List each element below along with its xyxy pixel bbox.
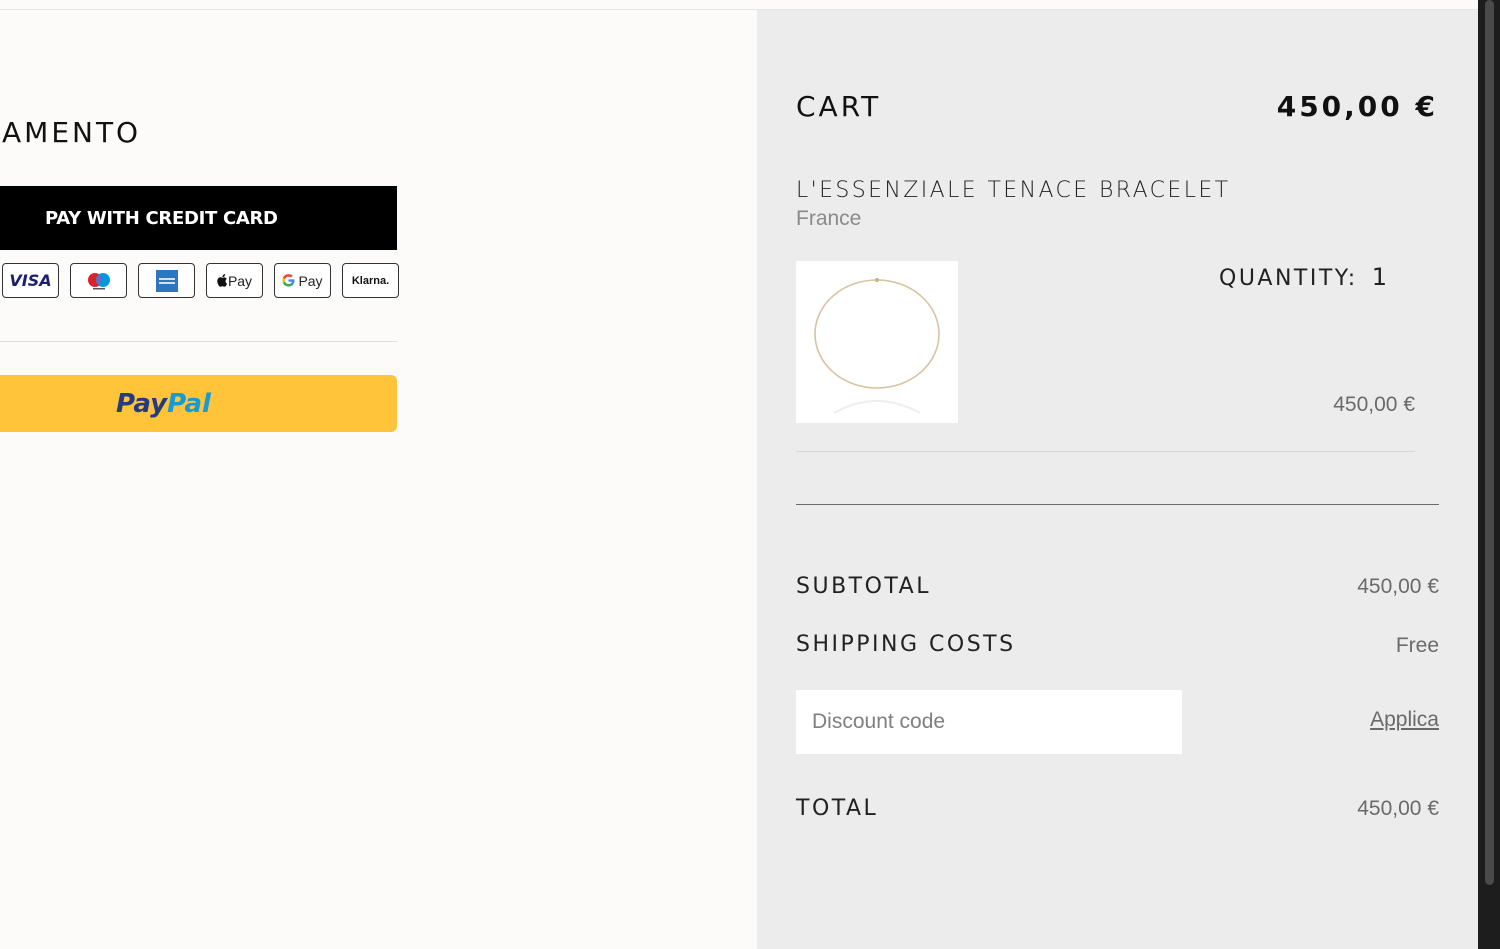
quantity-label: QUANTITY: — [1219, 266, 1358, 291]
item-price: 450,00 € — [1333, 393, 1415, 416]
subtotal-value: 450,00 € — [1357, 575, 1439, 598]
paypal-logo-part1: Pay — [116, 388, 168, 419]
google-pay-label: Pay — [298, 272, 323, 289]
shipping-value: Free — [1395, 634, 1439, 657]
paypal-logo: PayPal — [116, 389, 211, 419]
cart-header-total: 450,00 € — [1276, 90, 1438, 123]
total-value: 450,00 € — [1357, 797, 1439, 820]
top-border — [0, 0, 1478, 10]
visa-icon: VISA — [2, 263, 59, 298]
payment-section-title: AMENTO — [2, 116, 142, 149]
shipping-label: SHIPPING COSTS — [796, 632, 1016, 657]
scrollbar-thumb[interactable] — [1485, 0, 1494, 885]
item-divider — [796, 451, 1415, 452]
visa-label: VISA — [9, 271, 52, 290]
apple-pay-icon: Pay — [206, 263, 263, 298]
klarna-icon: Klarna. — [342, 263, 399, 298]
paypal-logo-part2: Pal — [167, 388, 211, 419]
pay-with-credit-card-button[interactable]: PAY WITH CREDIT CARD — [0, 186, 397, 250]
summary-divider — [796, 504, 1439, 505]
product-image — [796, 261, 958, 423]
maestro-icon — [70, 263, 127, 298]
apple-pay-label: Pay — [227, 272, 253, 289]
product-name: L'ESSENZIALE TENACE BRACELET — [796, 178, 1231, 203]
discount-code-input[interactable] — [796, 690, 1182, 754]
apply-discount-link[interactable]: Applica — [1370, 708, 1439, 732]
paypal-button[interactable]: PayPal — [0, 375, 397, 432]
google-pay-icon: Pay — [274, 263, 331, 298]
quantity-value: 1 — [1371, 263, 1388, 291]
american-express-icon — [138, 263, 195, 298]
cart-title: CART — [796, 90, 882, 123]
quantity: QUANTITY: 1 — [1219, 263, 1387, 291]
total-label: TOTAL — [796, 796, 879, 821]
product-country: France — [796, 207, 862, 230]
payment-logos: VISA Pay Pay Klarna. — [2, 263, 399, 298]
klarna-label: Klarna. — [351, 274, 390, 287]
subtotal-label: SUBTOTAL — [796, 574, 931, 599]
payment-divider — [0, 341, 397, 342]
